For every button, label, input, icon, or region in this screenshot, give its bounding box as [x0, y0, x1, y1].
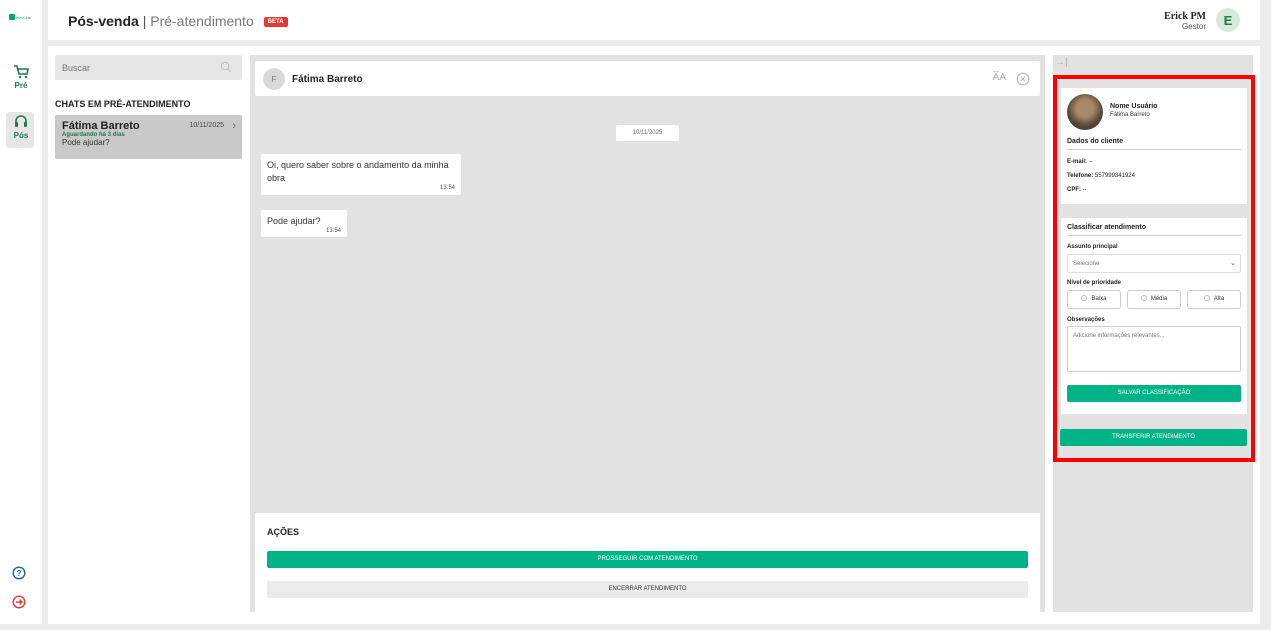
user-info[interactable]: Erick PM Gestor [1164, 11, 1206, 31]
nav-item-pos[interactable]: Pós [0, 112, 42, 148]
search-icon[interactable] [220, 61, 232, 73]
beta-badge: BETA [263, 17, 288, 28]
message-time: 13:54 [439, 185, 455, 191]
date-separator: 10/11/2025 [616, 125, 679, 141]
chat-list-title: CHATS EM PRÉ-ATENDIMENTO [55, 99, 191, 109]
close-circle-icon[interactable] [1016, 72, 1030, 86]
highlight-box [1053, 75, 1255, 462]
user-role: Gestor [1181, 22, 1206, 31]
top-header: Pós-venda | Pré-atendimento BETA Erick P… [48, 0, 1260, 40]
continue-service-button[interactable]: PROSSEGUIR COM ATENDIMENTO [267, 551, 1028, 568]
cart-icon [14, 65, 29, 79]
message-bubble: Pode ajudar? 13:54 [261, 210, 347, 237]
search-box[interactable] [55, 55, 242, 80]
nav-label-pos: Pós [13, 131, 29, 140]
contact-name: Fátima Barreto [292, 74, 363, 85]
message-bubble: Oi, quero saber sobre o andamento da min… [261, 154, 461, 195]
actions-label: AÇÕES [267, 527, 300, 537]
chat-list-item[interactable]: Fátima Barreto 10/11/2025 › Aguardando h… [55, 115, 242, 159]
user-name: Erick PM [1164, 11, 1206, 22]
chat-date: 10/11/2025 [189, 122, 224, 129]
chat-preview: Pode ajudar? [62, 138, 110, 147]
collapse-panel-icon[interactable]: →| [1055, 57, 1068, 68]
message-text: Oi, quero saber sobre o andamento da min… [267, 160, 449, 183]
page-title: Pós-venda | Pré-atendimento BETA [68, 13, 288, 29]
nav-item-pre[interactable]: Pré [0, 65, 42, 90]
actions-panel: AÇÕES PROSSEGUIR COM ATENDIMENTO ENCERRA… [255, 513, 1040, 612]
message-text: Pode ajudar? [267, 216, 321, 226]
contact-avatar: F [263, 68, 285, 90]
translate-icon[interactable]: A̅A [993, 72, 1006, 83]
user-avatar[interactable]: E [1216, 8, 1240, 32]
logout-icon[interactable] [12, 595, 26, 609]
search-input[interactable] [55, 55, 205, 80]
conversation-header: F Fátima Barreto A̅A [255, 61, 1040, 96]
nav-label-pre: Pré [14, 81, 28, 90]
nav-rail: elevLine Pré Pós ? [0, 0, 42, 624]
headset-icon [15, 115, 27, 127]
page-subtitle: Pré-atendimento [150, 13, 254, 29]
app-logo[interactable]: elevLine [9, 14, 31, 20]
chevron-right-icon: › [232, 120, 236, 132]
close-service-button[interactable]: ENCERRAR ATENDIMENTO [267, 581, 1028, 598]
help-icon[interactable]: ? [12, 566, 26, 580]
message-time: 13:54 [325, 228, 341, 234]
svg-text:?: ? [17, 569, 22, 578]
